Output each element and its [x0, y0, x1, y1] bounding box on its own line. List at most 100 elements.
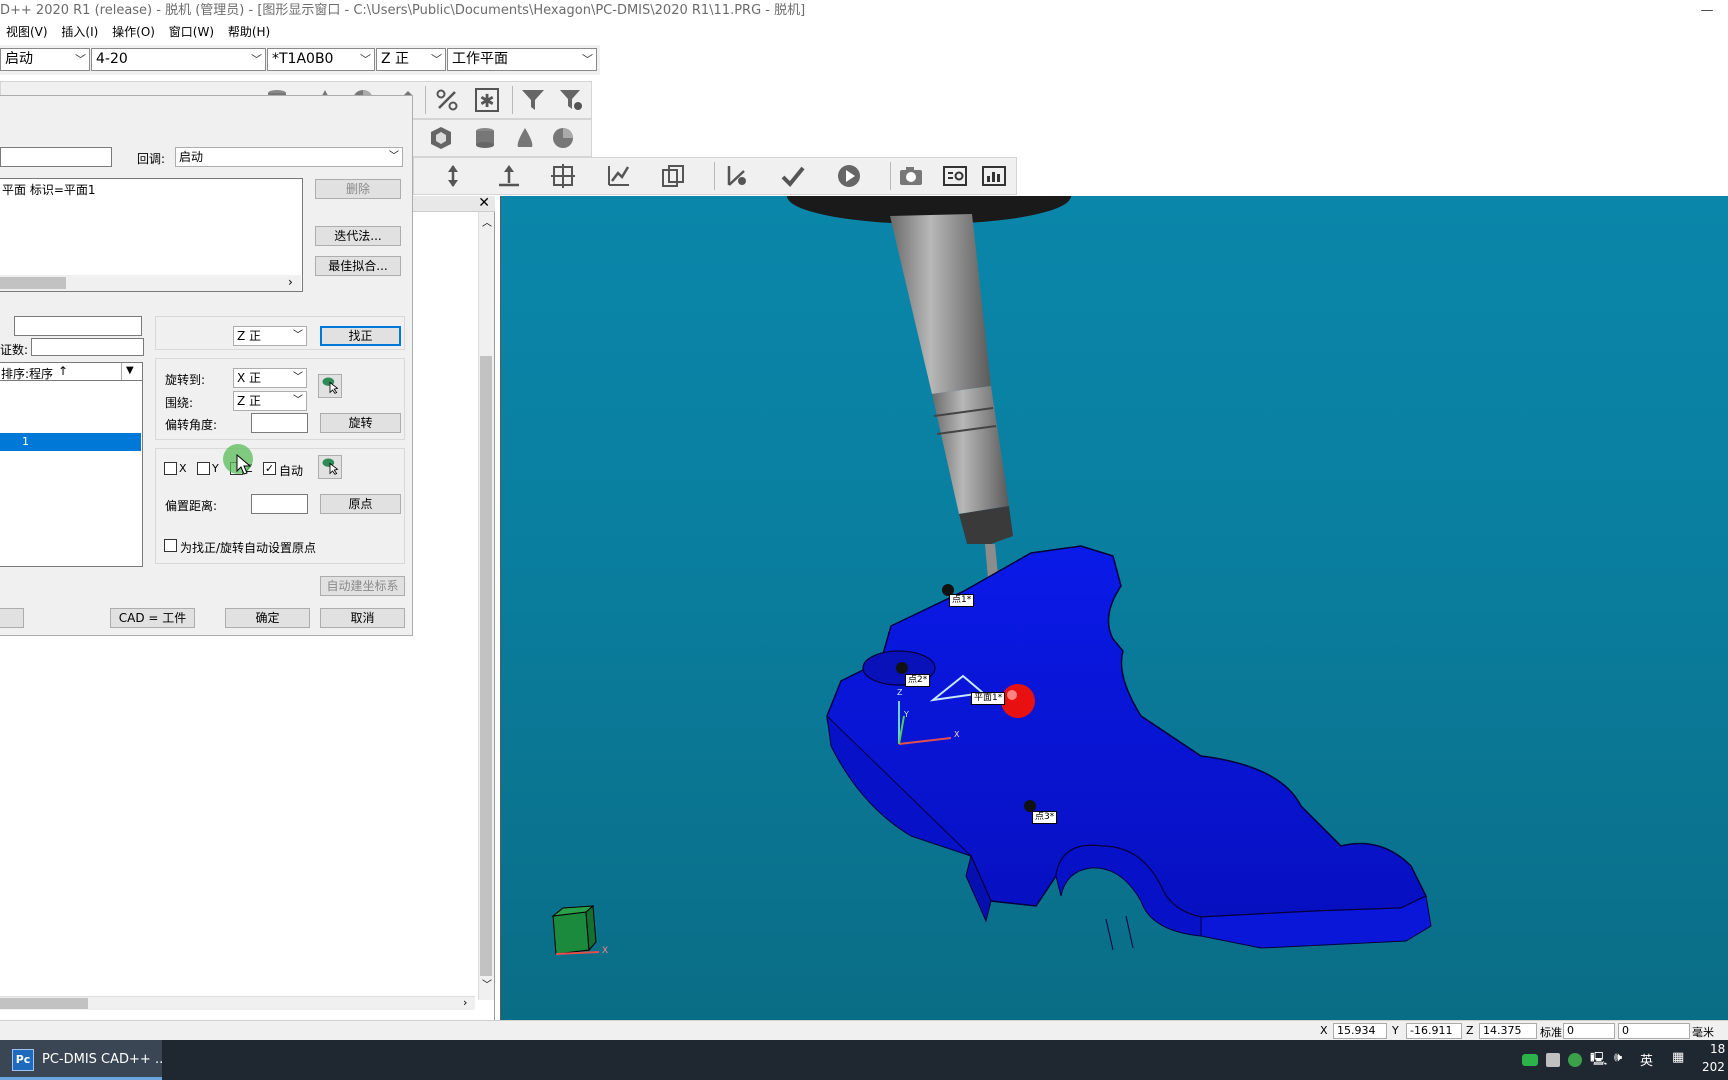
list-item-selected[interactable]: 1	[0, 433, 141, 451]
list-item[interactable]: 平面 标识=平面1	[2, 181, 96, 198]
taskbar-app-pcdmis[interactable]: Pc PC-DMIS CAD++ ...	[0, 1040, 162, 1080]
y-checkbox[interactable]	[197, 462, 210, 475]
chevron-right-icon[interactable]: ›	[288, 275, 293, 289]
level-axis-select[interactable]: Z 正 ﹀	[233, 326, 307, 346]
ok-button[interactable]: 确定	[225, 608, 310, 628]
cone-icon[interactable]	[510, 123, 540, 153]
rotate-to-select[interactable]: X 正 ﹀	[233, 368, 307, 388]
workplane-combo[interactable]: 工作平面 ﹀	[447, 48, 597, 71]
rotate-to-value: X 正	[237, 371, 262, 385]
tip-value: *T1A0B0	[272, 51, 334, 67]
filter-settings-icon[interactable]	[556, 85, 586, 115]
label-point1[interactable]: 点1*	[949, 594, 975, 607]
cylinder-icon[interactable]	[470, 123, 500, 153]
clock-time[interactable]: 18	[1710, 1042, 1725, 1056]
tray-green-icon[interactable]	[1522, 1054, 1538, 1066]
play-icon[interactable]	[834, 161, 864, 191]
tray-shield-icon[interactable]	[1568, 1053, 1582, 1067]
feature-list[interactable]: 平面 标识=平面1 ›	[0, 178, 303, 292]
chart-icon[interactable]	[604, 161, 634, 191]
menu-operation[interactable]: 操作(O)	[112, 22, 155, 42]
menu-insert[interactable]: 插入(I)	[61, 22, 98, 42]
auto-checkbox[interactable]: ✓	[263, 462, 276, 475]
y-coord-label: Y	[1392, 1024, 1399, 1037]
hexagon-icon[interactable]	[426, 123, 456, 153]
clearance-plane-icon[interactable]	[494, 161, 524, 191]
rotate-button[interactable]: 旋转	[320, 413, 401, 433]
copy-icon[interactable]	[658, 161, 688, 191]
pick-feature-button[interactable]	[318, 374, 342, 398]
sphere-icon[interactable]	[548, 123, 578, 153]
clock-date[interactable]: 202	[1702, 1060, 1725, 1074]
bestfit-button[interactable]: 最佳拟合...	[315, 256, 401, 276]
view-combo[interactable]: Z 正 ﹀	[376, 48, 446, 71]
menu-view[interactable]: 视图(V)	[6, 22, 48, 42]
delete-button[interactable]: 删除	[315, 179, 401, 199]
units-label: 毫米	[1692, 1026, 1714, 1039]
view-cube-front[interactable]	[552, 911, 590, 955]
keyboard-icon[interactable]: ▦	[1672, 1050, 1684, 1065]
menu-help[interactable]: 帮助(H)	[228, 22, 270, 42]
report-icon[interactable]	[940, 161, 970, 191]
feature-select-list[interactable]: 1	[0, 381, 143, 567]
grid-icon[interactable]	[548, 161, 578, 191]
about-axis-value: Z 正	[237, 394, 262, 408]
toolbar-separator	[512, 86, 513, 114]
path-icon[interactable]	[722, 161, 752, 191]
auto-origin-checkbox[interactable]	[164, 539, 177, 552]
statistics-icon[interactable]	[979, 161, 1009, 191]
feature-input[interactable]	[14, 316, 142, 336]
title-bar: D++ 2020 R1 (release) - 脱机 (管理员) - [图形显示…	[0, 0, 1728, 22]
label-point2[interactable]: 点2*	[905, 674, 931, 687]
about-axis-select[interactable]: Z 正 ﹀	[233, 391, 307, 411]
camera-icon[interactable]	[896, 161, 926, 191]
graphics-display-window[interactable]: 点1* 点2* 平面1* 点3* Z Y X X	[500, 196, 1728, 1020]
menu-window[interactable]: 窗口(W)	[169, 22, 214, 42]
probe-combo[interactable]: 4-20 ﹀	[91, 48, 266, 71]
iterative-button[interactable]: 迭代法...	[315, 226, 401, 246]
scrollbar-thumb[interactable]	[0, 998, 88, 1009]
edit-window: ✕ ︿ ﹀	[413, 196, 495, 1020]
count-input[interactable]	[31, 338, 144, 356]
check-icon[interactable]	[778, 161, 808, 191]
scrollbar-thumb[interactable]	[0, 277, 66, 289]
mode-combo[interactable]: 启动 ﹀	[0, 48, 90, 71]
probe-body-shape	[890, 214, 991, 394]
standard-label: 标准	[1540, 1026, 1562, 1039]
partial-button[interactable]	[0, 608, 24, 628]
asterisk-box-icon[interactable]: ✱	[472, 85, 502, 115]
move-vertical-icon[interactable]	[438, 161, 468, 191]
label-point3[interactable]: 点3*	[1032, 811, 1058, 824]
volume-icon[interactable]: 🕪	[1614, 1050, 1622, 1065]
x-checkbox[interactable]	[164, 462, 177, 475]
cancel-button[interactable]: 取消	[320, 608, 405, 628]
sort-header[interactable]: 排序:程序 ↑ ▼	[0, 362, 143, 381]
minimize-button[interactable]: —	[1692, 0, 1722, 22]
offset-distance-input[interactable]	[251, 494, 308, 514]
y-coord-value: -16.911	[1406, 1023, 1462, 1039]
recall-select[interactable]: 启动 ﹀	[175, 147, 403, 167]
level-button[interactable]: 找正	[320, 326, 401, 346]
cad-equals-part-button[interactable]: CAD = 工件	[110, 608, 195, 628]
chevron-down-icon: ﹀	[251, 53, 262, 66]
chevron-down-icon: ﹀	[582, 53, 593, 66]
ime-indicator[interactable]: 英	[1640, 1050, 1653, 1069]
percent-icon[interactable]	[432, 85, 462, 115]
origin-button[interactable]: 原点	[320, 494, 401, 514]
chevron-down-icon[interactable]: ﹀	[482, 976, 492, 991]
pick-origin-button[interactable]	[318, 455, 342, 479]
x-coord-value: 15.934	[1333, 1023, 1387, 1039]
label-plane1[interactable]: 平面1*	[971, 692, 1006, 705]
chevron-right-icon[interactable]: ›	[463, 996, 467, 1009]
tip-combo[interactable]: *T1A0B0 ﹀	[267, 48, 375, 71]
dropdown-arrow-icon[interactable]: ▼	[126, 365, 134, 376]
offset-angle-input[interactable]	[251, 413, 308, 433]
filter-icon[interactable]	[518, 85, 548, 115]
close-icon[interactable]: ✕	[478, 196, 490, 210]
auto-align-button[interactable]: 自动建坐标系	[320, 576, 405, 596]
tray-device-icon[interactable]	[1546, 1053, 1560, 1067]
chevron-up-icon[interactable]: ︿	[482, 214, 492, 229]
scrollbar-thumb[interactable]	[480, 356, 492, 976]
alignment-id-input[interactable]	[0, 147, 112, 167]
network-icon[interactable]: 🖳	[1590, 1050, 1607, 1072]
